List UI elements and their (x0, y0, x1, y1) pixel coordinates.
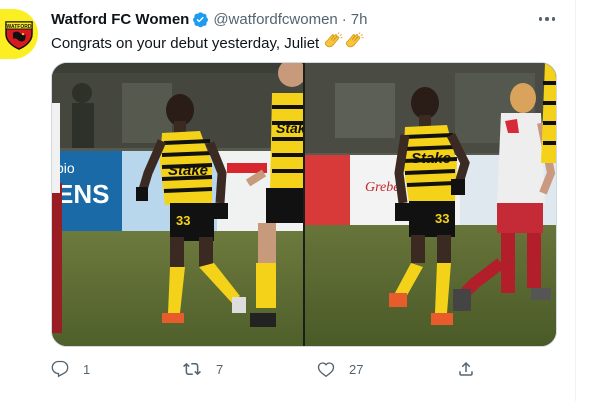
shirt-sponsor: Stake (276, 120, 303, 136)
action-bar: 1 7 27 (51, 360, 491, 380)
heart-icon (317, 362, 335, 378)
watford-crest-icon: WATFORD (5, 21, 33, 50)
tweet-text: Congrats on your debut yesterday, Juliet (51, 32, 364, 56)
retweet-icon (183, 362, 201, 376)
tweet-text-content: Congrats on your debut yesterday, Juliet (51, 35, 320, 52)
separator-dot: · (341, 10, 347, 28)
retweet-count: 7 (216, 361, 224, 377)
ad-board-text: Grebe (365, 180, 399, 195)
share-icon (459, 361, 473, 376)
shirt-sponsor: Stake (168, 162, 208, 179)
photo-right[interactable]: Grebe Stake 33 (305, 63, 556, 346)
like-count: 27 (349, 361, 364, 377)
crest-text: WATFORD (7, 24, 32, 30)
ad-board-text: ENS (56, 179, 109, 209)
like-button[interactable]: 27 (317, 360, 363, 378)
tweet-card[interactable]: WATFORD Watford FC Women @watfordfcwomen… (0, 0, 576, 401)
clapping-hands-icon (344, 32, 364, 56)
share-button[interactable] (457, 360, 475, 378)
more-options-icon[interactable] (536, 12, 558, 26)
retweet-button[interactable]: 7 (182, 360, 223, 378)
timestamp[interactable]: 7h (351, 11, 368, 28)
reply-count: 1 (83, 361, 91, 377)
author-name[interactable]: Watford FC Women (51, 11, 189, 28)
shirt-number: 33 (435, 211, 449, 226)
reply-icon (51, 360, 69, 378)
author-handle[interactable]: @watfordfcwomen (213, 11, 337, 28)
media-grid: pio ENS Stake 33 Sta Grebe Stake 33 (51, 62, 557, 347)
verified-badge-icon (192, 11, 209, 28)
reply-button[interactable]: 1 (51, 360, 90, 378)
tweet-header: Watford FC Women @watfordfcwomen · 7h (51, 9, 367, 29)
clapping-hands-icon (323, 32, 343, 56)
page-gutter (576, 0, 600, 401)
avatar[interactable]: WATFORD (0, 9, 38, 59)
photo-left[interactable]: pio ENS Stake 33 Sta (52, 63, 303, 346)
shirt-sponsor: Stake (411, 150, 451, 167)
shirt-number: 33 (176, 213, 190, 228)
